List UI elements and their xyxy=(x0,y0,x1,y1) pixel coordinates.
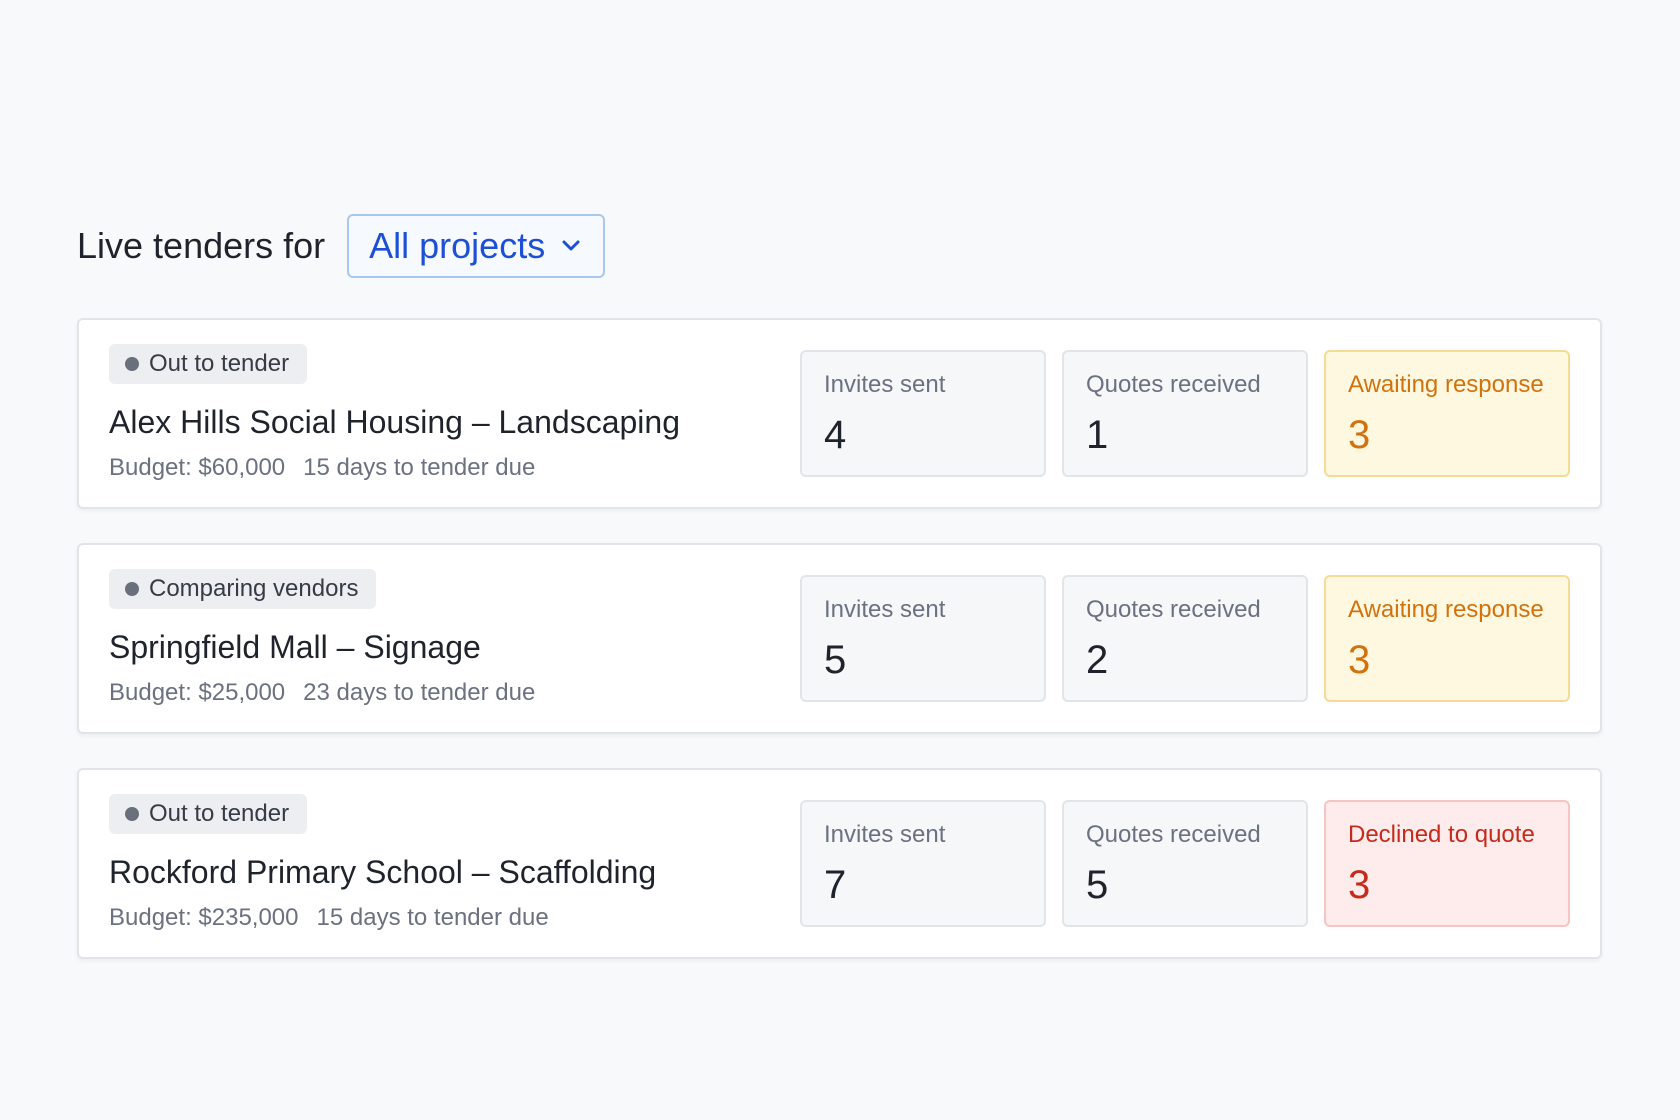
project-filter-value: All projects xyxy=(369,225,546,266)
stat-label: Invites sent xyxy=(824,821,946,848)
tender-budget: Budget: $25,000 xyxy=(109,679,286,706)
status-label: Out to tender xyxy=(149,350,290,377)
tender-info: Out to tender Alex Hills Social Housing … xyxy=(109,344,680,482)
status-dot-icon xyxy=(125,807,139,821)
tender-card[interactable]: Out to tender Rockford Primary School – … xyxy=(77,768,1602,959)
tender-due: 15 days to tender due xyxy=(316,904,549,931)
stat-label: Invites sent xyxy=(824,371,946,398)
stat-label: Invites sent xyxy=(824,596,946,623)
status-badge: Out to tender xyxy=(109,344,308,384)
stat-label: Awaiting response xyxy=(1348,596,1544,623)
stat-value: 3 xyxy=(1348,863,1371,907)
status-badge: Out to tender xyxy=(109,794,308,834)
tender-meta: Budget: $235,000 15 days to tender due xyxy=(109,904,656,932)
chevron-down-icon xyxy=(561,240,581,252)
stat-declined-to-quote[interactable]: Declined to quote 3 xyxy=(1324,800,1570,927)
stat-value: 7 xyxy=(824,863,847,907)
stat-value: 4 xyxy=(824,413,847,457)
stat-awaiting-response[interactable]: Awaiting response 3 xyxy=(1324,350,1570,477)
stat-value: 5 xyxy=(824,638,847,682)
stat-label: Awaiting response xyxy=(1348,371,1544,398)
stat-quotes-received[interactable]: Quotes received 5 xyxy=(1062,800,1308,927)
tender-stats: Invites sent 4 Quotes received 1 Awaitin… xyxy=(800,350,1570,477)
stat-label: Quotes received xyxy=(1086,821,1261,848)
tender-budget: Budget: $235,000 xyxy=(109,904,299,931)
tender-meta: Budget: $60,000 15 days to tender due xyxy=(109,454,680,482)
tender-stats: Invites sent 5 Quotes received 2 Awaitin… xyxy=(800,575,1570,702)
stat-value: 2 xyxy=(1086,638,1109,682)
stat-invites-sent[interactable]: Invites sent 5 xyxy=(800,575,1046,702)
tender-due: 23 days to tender due xyxy=(303,679,536,706)
tender-title[interactable]: Springfield Mall – Signage xyxy=(109,627,535,667)
stat-invites-sent[interactable]: Invites sent 4 xyxy=(800,350,1046,477)
tender-card[interactable]: Comparing vendors Springfield Mall – Sig… xyxy=(77,543,1602,734)
status-dot-icon xyxy=(125,582,139,596)
stat-label: Declined to quote xyxy=(1348,821,1535,848)
tender-info: Out to tender Rockford Primary School – … xyxy=(109,794,656,932)
stat-quotes-received[interactable]: Quotes received 1 xyxy=(1062,350,1308,477)
tender-title[interactable]: Alex Hills Social Housing – Landscaping xyxy=(109,402,680,442)
stat-value: 3 xyxy=(1348,638,1371,682)
page-header: Live tenders for All projects xyxy=(77,214,606,278)
stat-label: Quotes received xyxy=(1086,371,1261,398)
page: Live tenders for All projects Out to ten… xyxy=(0,0,1680,1120)
status-label: Out to tender xyxy=(149,800,290,827)
tender-card[interactable]: Out to tender Alex Hills Social Housing … xyxy=(77,318,1602,509)
tender-stats: Invites sent 7 Quotes received 5 Decline… xyxy=(800,800,1570,927)
tender-title[interactable]: Rockford Primary School – Scaffolding xyxy=(109,852,656,892)
stat-value: 1 xyxy=(1086,413,1109,457)
status-label: Comparing vendors xyxy=(149,575,359,602)
project-filter-dropdown[interactable]: All projects xyxy=(347,214,606,278)
page-title: Live tenders for xyxy=(77,225,326,266)
tender-due: 15 days to tender due xyxy=(303,454,536,481)
status-dot-icon xyxy=(125,357,139,371)
tender-info: Comparing vendors Springfield Mall – Sig… xyxy=(109,569,535,707)
stat-invites-sent[interactable]: Invites sent 7 xyxy=(800,800,1046,927)
stat-awaiting-response[interactable]: Awaiting response 3 xyxy=(1324,575,1570,702)
tender-budget: Budget: $60,000 xyxy=(109,454,286,481)
stat-value: 3 xyxy=(1348,413,1371,457)
stat-label: Quotes received xyxy=(1086,596,1261,623)
tender-list: Out to tender Alex Hills Social Housing … xyxy=(77,318,1602,959)
stat-quotes-received[interactable]: Quotes received 2 xyxy=(1062,575,1308,702)
tender-meta: Budget: $25,000 23 days to tender due xyxy=(109,679,535,707)
status-badge: Comparing vendors xyxy=(109,569,377,609)
stat-value: 5 xyxy=(1086,863,1109,907)
